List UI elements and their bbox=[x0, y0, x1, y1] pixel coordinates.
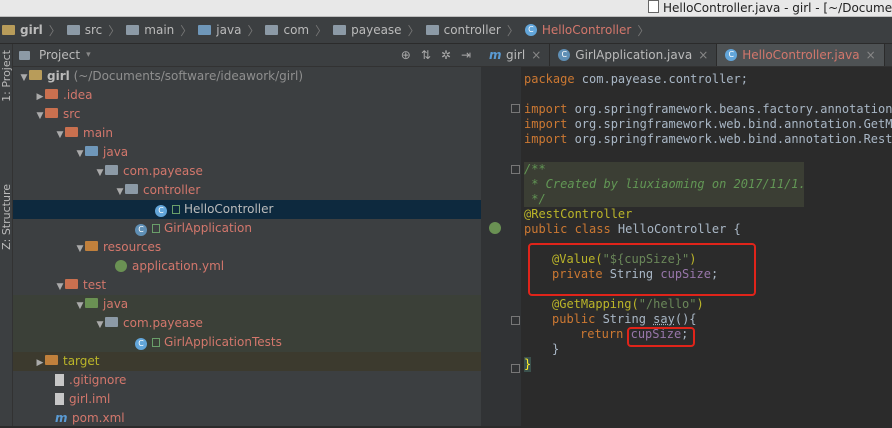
test-class-icon: C bbox=[135, 338, 147, 350]
tab-application-yml[interactable]: a bbox=[885, 44, 892, 66]
tree-item-main[interactable]: ▼ main bbox=[13, 124, 523, 143]
locate-icon[interactable]: ⊕ bbox=[401, 48, 411, 62]
code-line: public String say(){ bbox=[552, 312, 697, 326]
class-icon: C bbox=[524, 24, 537, 36]
class-icon: C bbox=[558, 49, 571, 61]
hide-icon[interactable]: ⇥ bbox=[461, 48, 471, 62]
tab-project[interactable]: 1: Project bbox=[0, 50, 13, 102]
package-icon bbox=[105, 317, 118, 327]
file-icon bbox=[648, 0, 659, 13]
lock-icon bbox=[152, 224, 160, 233]
gear-icon[interactable]: ✲ bbox=[441, 48, 451, 62]
window-title: HelloController.java - girl - [~/Docume bbox=[648, 0, 892, 16]
code-line: */ bbox=[524, 192, 804, 207]
code-line: * Created by liuxiaoming on 2017/11/1. bbox=[524, 177, 806, 192]
editor-gutter bbox=[481, 67, 521, 426]
module-folder-icon bbox=[29, 70, 42, 80]
test-folder-icon bbox=[85, 298, 98, 308]
code-line: import org.springframework.beans.factory… bbox=[524, 102, 892, 116]
fold-marker-icon[interactable] bbox=[511, 364, 520, 373]
fold-marker-icon[interactable] bbox=[511, 165, 520, 174]
source-folder-icon bbox=[85, 146, 98, 156]
close-icon[interactable]: × bbox=[531, 48, 541, 62]
highlight-box bbox=[528, 243, 756, 296]
maven-icon: m bbox=[489, 48, 502, 62]
tree-item-java[interactable]: ▼ java bbox=[13, 143, 543, 162]
spring-bean-icon[interactable] bbox=[489, 222, 501, 234]
collapse-icon[interactable]: ⇅ bbox=[421, 48, 431, 62]
code-line: @RestController bbox=[524, 207, 633, 221]
project-panel-title[interactable]: Project bbox=[39, 48, 80, 62]
code-line: @GetMapping("/hello") bbox=[552, 297, 704, 311]
class-icon: C bbox=[725, 49, 738, 61]
editor-tabs: m girl × C GirlApplication.java × C HelloCont… bbox=[481, 44, 892, 67]
tab-girlapplication-java[interactable]: C GirlApplication.java × bbox=[550, 44, 718, 66]
tab-hellocontroller-java[interactable]: C HelloController.java × bbox=[717, 44, 885, 66]
tree-item-idea[interactable]: ▶ .idea bbox=[13, 86, 503, 105]
tree-item-gitignore[interactable]: .gitignore bbox=[13, 371, 523, 390]
folder-icon bbox=[45, 108, 58, 118]
project-panel-header: Project ▾ ⊕ ⇅ ✲ ⇥ bbox=[13, 44, 481, 67]
breadcrumb-payease[interactable]: payease 〉 bbox=[331, 22, 423, 39]
spring-boot-class-icon: C bbox=[135, 224, 147, 236]
tree-item-src[interactable]: ▼ src bbox=[13, 105, 503, 124]
package-icon bbox=[105, 165, 118, 175]
breadcrumb-hellocontroller[interactable]: C HelloController 〉 bbox=[523, 22, 653, 39]
tab-girl[interactable]: m girl × bbox=[481, 44, 551, 66]
lock-icon bbox=[152, 338, 160, 347]
code-line: } bbox=[524, 357, 532, 372]
breadcrumb-java[interactable]: java 〉 bbox=[196, 22, 263, 39]
file-icon bbox=[55, 393, 64, 405]
tree-item-test[interactable]: ▼ test bbox=[13, 276, 523, 295]
chevron-down-icon[interactable]: ▾ bbox=[86, 50, 91, 60]
maven-icon: m bbox=[55, 411, 68, 425]
folder-icon bbox=[198, 25, 212, 35]
breadcrumb-main[interactable]: main 〉 bbox=[124, 22, 196, 39]
folder-icon bbox=[126, 25, 140, 35]
folder-icon bbox=[65, 127, 78, 137]
tree-item-pom-xml[interactable]: m pom.xml bbox=[13, 409, 523, 428]
tool-window-strip: 1: Project Z: Structure bbox=[0, 44, 13, 426]
folder-icon bbox=[66, 25, 80, 35]
code-line: /** bbox=[524, 162, 804, 177]
excluded-folder-icon bbox=[45, 355, 58, 365]
breadcrumb-girl[interactable]: girl 〉 bbox=[0, 22, 65, 39]
lock-icon bbox=[172, 205, 180, 214]
tab-structure[interactable]: Z: Structure bbox=[0, 184, 13, 250]
code-line: public class HelloController { bbox=[524, 222, 741, 236]
tree-item-girl-iml[interactable]: girl.iml bbox=[13, 390, 523, 409]
fold-marker-icon[interactable] bbox=[511, 316, 520, 325]
breadcrumb-com[interactable]: com 〉 bbox=[263, 22, 331, 39]
file-icon bbox=[55, 374, 64, 386]
code-line: import org.springframework.web.bind.anno… bbox=[524, 117, 892, 131]
close-icon[interactable]: × bbox=[698, 48, 708, 62]
breadcrumb-src[interactable]: src 〉 bbox=[65, 22, 125, 39]
folder-icon bbox=[425, 25, 439, 35]
highlight-box bbox=[627, 327, 695, 347]
code-line: package com.payease.controller; bbox=[524, 72, 748, 86]
breadcrumb-controller[interactable]: controller 〉 bbox=[424, 22, 523, 39]
spring-config-icon bbox=[115, 260, 127, 272]
folder-icon bbox=[2, 25, 15, 35]
folder-icon bbox=[265, 25, 279, 35]
package-icon bbox=[125, 184, 138, 194]
folder-icon bbox=[45, 89, 58, 99]
project-panel: Project ▾ ⊕ ⇅ ✲ ⇥ ▼ girl (~/Documents/sof… bbox=[13, 44, 623, 426]
tree-item-resources[interactable]: ▼ resources bbox=[13, 238, 543, 257]
close-icon[interactable]: × bbox=[866, 48, 876, 62]
tree-item-target[interactable]: ▶ target bbox=[13, 352, 503, 371]
tree-item-test-java[interactable]: ▼ java bbox=[13, 295, 543, 314]
code-editor: m girl × C GirlApplication.java × C HelloCont… bbox=[481, 44, 892, 426]
breadcrumb: girl 〉 src 〉 main 〉 java 〉 com 〉 payease 〉 con… bbox=[0, 17, 892, 44]
project-view-icon bbox=[19, 50, 30, 60]
resources-folder-icon bbox=[85, 241, 98, 251]
fold-marker-icon[interactable] bbox=[511, 104, 520, 113]
code-line: import org.springframework.web.bind.anno… bbox=[524, 132, 892, 146]
class-icon: C bbox=[155, 205, 167, 217]
tree-item-girl[interactable]: ▼ girl (~/Documents/software/ideawork/gir… bbox=[13, 67, 487, 86]
code-line: } bbox=[552, 342, 560, 356]
folder-icon bbox=[65, 279, 78, 289]
folder-icon bbox=[333, 25, 347, 35]
window-title-bar: HelloController.java - girl - [~/Docume bbox=[0, 0, 892, 17]
